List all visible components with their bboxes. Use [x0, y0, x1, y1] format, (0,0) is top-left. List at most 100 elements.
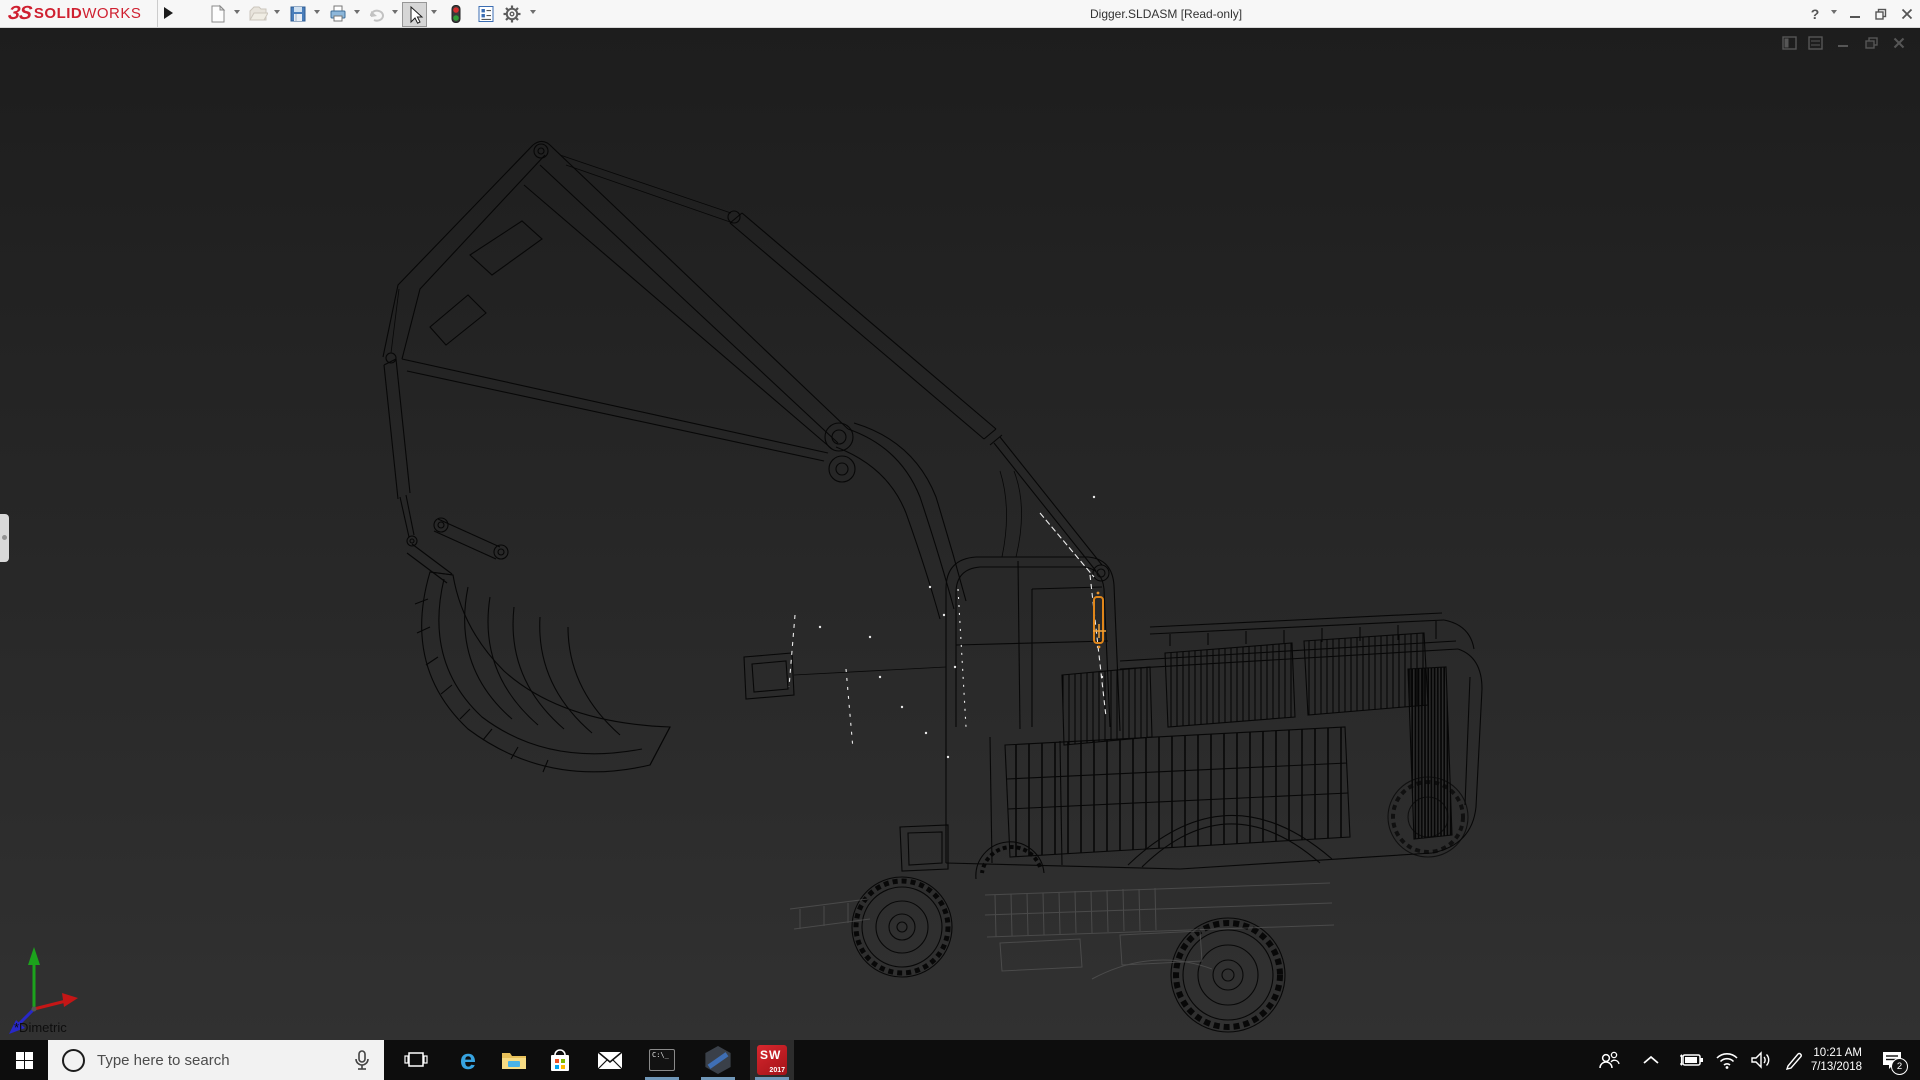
app-close-button[interactable]: [1897, 4, 1917, 23]
rebuild-button[interactable]: [444, 2, 467, 25]
document-title: Digger.SLDASM [Read-only]: [1090, 7, 1243, 21]
clock-time: 10:21 AM: [1813, 1047, 1862, 1059]
windows-logo-icon: [15, 1051, 33, 1069]
excavator-wireframe: [9, 140, 1483, 1034]
new-document-icon: [211, 4, 225, 22]
solidworks-logo-glyph: ЗS: [6, 2, 33, 24]
app-restore-button[interactable]: [1871, 4, 1891, 23]
app-minimize-button[interactable]: [1845, 4, 1865, 23]
task-view-icon: [404, 1052, 428, 1067]
doc-restore-button[interactable]: [1860, 34, 1882, 52]
wheel-front-near: [851, 876, 953, 978]
doc-close-button[interactable]: [1888, 34, 1910, 52]
wheel-rear-near: [1170, 917, 1286, 1033]
task-view-button[interactable]: [394, 1040, 438, 1080]
file-properties-button[interactable]: [474, 2, 497, 25]
file-explorer-button[interactable]: [492, 1040, 536, 1080]
solidworks-taskbar-button[interactable]: SW 2017: [750, 1040, 794, 1080]
hidden-icons-button[interactable]: [1636, 1040, 1666, 1080]
close-icon: [1901, 8, 1913, 19]
wifi-button[interactable]: [1712, 1040, 1742, 1080]
gear-icon: [503, 5, 520, 22]
traffic-light-icon: [451, 4, 460, 23]
file-properties-icon: [478, 5, 493, 22]
start-button[interactable]: [0, 1040, 48, 1080]
open-folder-icon: [248, 6, 268, 20]
open-dropdown-caret[interactable]: [274, 10, 280, 14]
undo-arrow-icon: [369, 9, 384, 22]
save-floppy-icon: [290, 6, 305, 21]
restore-icon: [1875, 8, 1887, 20]
restore-icon: [1864, 37, 1878, 49]
solidworks-logo-solid: SOLID: [33, 5, 83, 22]
3d-viewport[interactable]: *Dimetric: [0, 27, 1920, 1040]
solidworks-2017-icon: SW 2017: [757, 1045, 787, 1075]
edge-button[interactable]: e: [446, 1040, 490, 1080]
menu-flyout-arrow-icon[interactable]: [164, 7, 173, 19]
panel-tab-handle: [2, 535, 7, 540]
notification-badge: 2: [1891, 1058, 1908, 1075]
sw-icon-label: SW: [760, 1048, 782, 1062]
taskbar-search[interactable]: Type here to search: [48, 1040, 384, 1080]
print-button[interactable]: [326, 2, 349, 25]
minimize-icon: [1850, 15, 1860, 18]
battery-icon: [1680, 1054, 1703, 1066]
help-icon: ?: [1810, 5, 1820, 22]
undo-dropdown-caret[interactable]: [392, 10, 398, 14]
command-prompt-button[interactable]: C:\_: [640, 1040, 684, 1080]
people-icon: [1599, 1051, 1620, 1069]
new-dropdown-caret[interactable]: [234, 10, 240, 14]
view-orientation-label: *Dimetric: [14, 1020, 67, 1035]
help-button[interactable]: ?: [1805, 4, 1825, 23]
divider: [157, 0, 158, 27]
store-icon: [551, 1049, 569, 1071]
new-document-button[interactable]: [206, 2, 229, 25]
speaker-icon: [1751, 1051, 1770, 1069]
clock-date: 7/13/2018: [1810, 1061, 1862, 1073]
minimize-icon: [1838, 45, 1848, 47]
select-cursor-icon: [410, 5, 423, 24]
hexagon-app-icon: [705, 1046, 731, 1074]
store-button[interactable]: [538, 1040, 582, 1080]
print-dropdown-caret[interactable]: [354, 10, 360, 14]
wifi-icon: [1716, 1053, 1738, 1069]
mail-envelope-icon: [597, 1051, 623, 1070]
command-prompt-icon: C:\_: [649, 1049, 675, 1071]
undo-button[interactable]: [364, 2, 387, 25]
pane-toggle-button[interactable]: [1778, 34, 1800, 52]
options-button[interactable]: [500, 2, 523, 25]
chevron-up-icon: [1643, 1055, 1659, 1064]
edge-icon: e: [459, 1044, 477, 1076]
windows-taskbar: Type here to search e C:\_ SW 2017 10:21…: [0, 1040, 1920, 1080]
microphone-icon[interactable]: [352, 1048, 372, 1072]
battery-button[interactable]: [1676, 1040, 1706, 1080]
save-button[interactable]: [286, 2, 309, 25]
pane-list-button[interactable]: [1804, 34, 1826, 52]
taskbar-clock[interactable]: 10:21 AM 7/13/2018: [1800, 1046, 1862, 1074]
solidworks-logo: ЗS SOLID WORKS: [6, 2, 142, 24]
mail-button[interactable]: [588, 1040, 632, 1080]
select-dropdown-caret[interactable]: [431, 10, 437, 14]
pane-list-icon: [1807, 36, 1823, 50]
feature-panel-collapsed-tab[interactable]: [0, 514, 9, 562]
excavator-edges: [382, 140, 1483, 1033]
cortana-circle-icon: [62, 1048, 85, 1072]
solidworks-logo-works: WORKS: [82, 5, 142, 22]
select-tool-button[interactable]: [402, 2, 427, 27]
file-explorer-icon: [502, 1053, 526, 1069]
hexagon-3d-app-button[interactable]: [696, 1040, 740, 1080]
sw-icon-year: 2017: [769, 1067, 785, 1074]
volume-button[interactable]: [1746, 1040, 1776, 1080]
title-bar: ЗS SOLID WORKS Digger.SLDASM [Read-only]…: [0, 0, 1920, 28]
pane-toggle-icon: [1781, 36, 1797, 50]
options-dropdown-caret[interactable]: [530, 10, 536, 14]
save-dropdown-caret[interactable]: [314, 10, 320, 14]
open-document-button[interactable]: [246, 2, 269, 25]
action-center-button[interactable]: 2: [1872, 1040, 1912, 1080]
people-button[interactable]: [1594, 1040, 1624, 1080]
search-placeholder: Type here to search: [97, 1051, 230, 1069]
print-icon: [330, 5, 345, 21]
doc-minimize-button[interactable]: [1832, 34, 1854, 52]
close-icon: [1893, 37, 1905, 49]
help-dropdown-caret[interactable]: [1831, 10, 1837, 14]
